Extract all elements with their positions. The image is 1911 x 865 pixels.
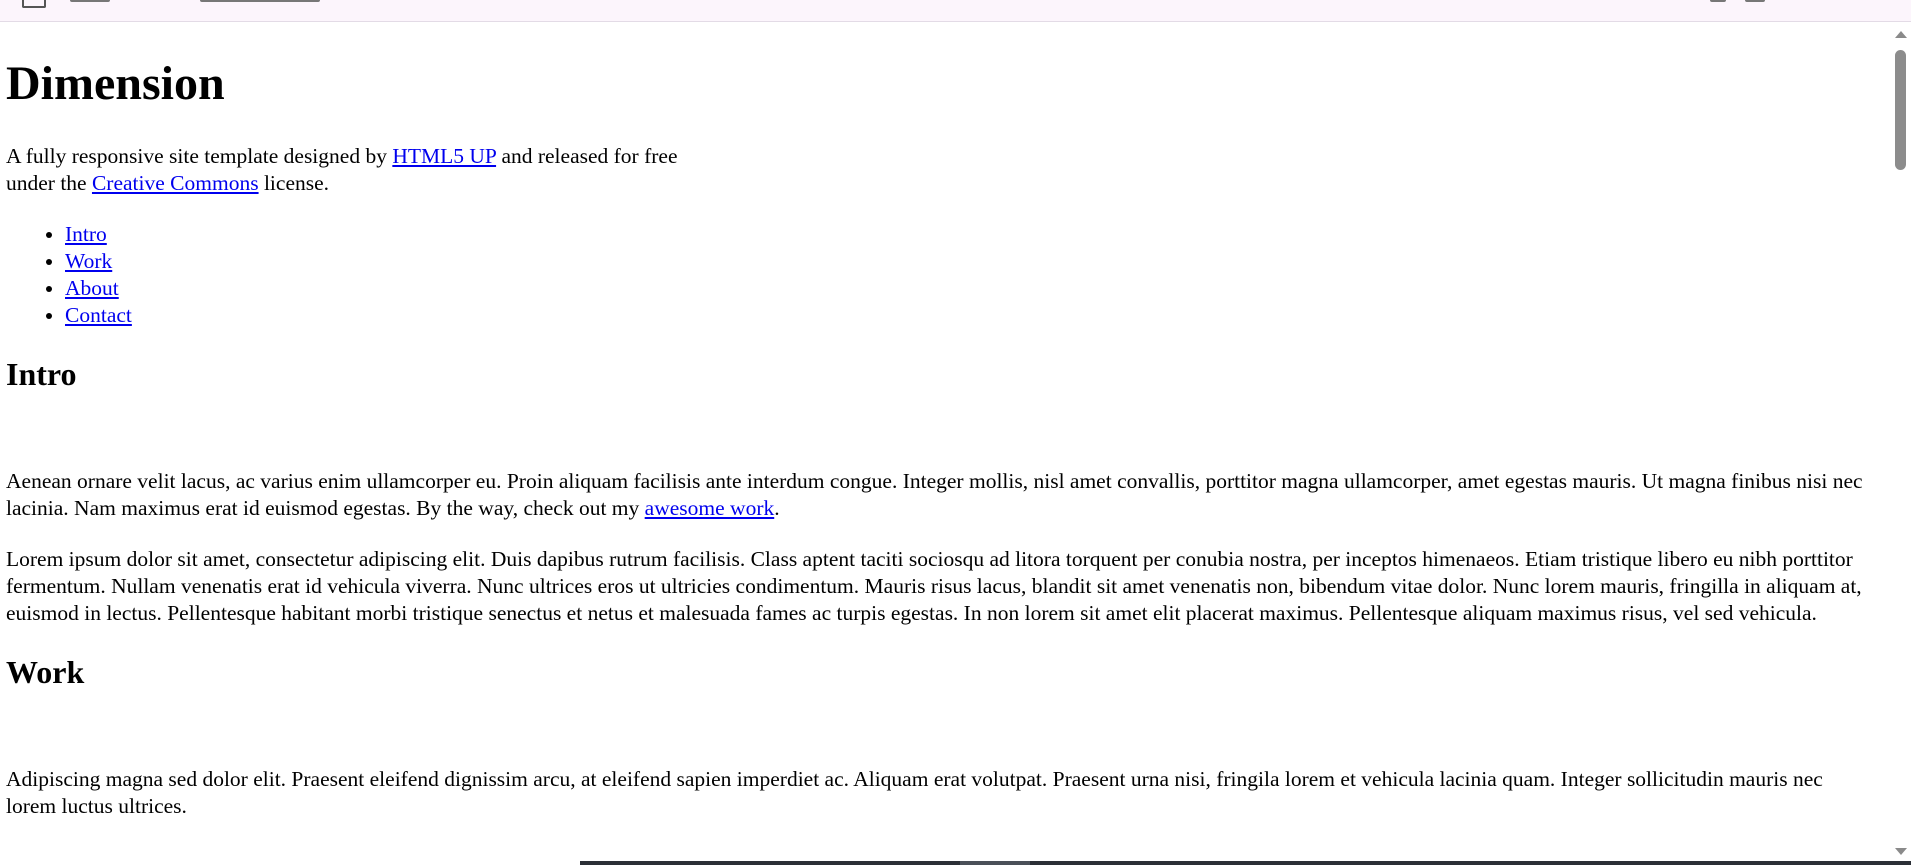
work-paragraph-1: Adipiscing magna sed dolor elit. Praesen… [6, 767, 1823, 818]
intro-paragraph-1-text: Aenean ornare velit lacus, ac varius eni… [6, 469, 1863, 520]
intro-paragraph-1-end: . [774, 496, 780, 520]
nav-link-about[interactable]: About [65, 276, 119, 300]
html5up-link[interactable]: HTML5 UP [392, 144, 496, 168]
creative-commons-link[interactable]: Creative Commons [92, 171, 259, 195]
intro-heading: Intro [6, 356, 77, 392]
nav-link-intro[interactable]: Intro [65, 222, 107, 246]
tagline-text: A fully responsive site template designe… [6, 144, 393, 168]
nav-link-contact[interactable]: Contact [65, 303, 132, 327]
nav-item-about: About [65, 275, 1885, 302]
work-heading: Work [6, 654, 85, 690]
nav-link-work[interactable]: Work [65, 249, 112, 273]
taskbar-edge [960, 861, 1030, 865]
intro-paragraph-2: Lorem ipsum dolor sit amet, consectetur … [6, 547, 1862, 625]
awesome-work-link[interactable]: awesome work [645, 496, 775, 520]
bottom-strip [0, 861, 1911, 865]
tagline: A fully responsive site template designe… [6, 143, 706, 197]
browser-top-strip [0, 0, 1911, 22]
taskbar-edge [580, 861, 1911, 865]
toolbar-edge [1710, 0, 1726, 2]
toolbar-edge [70, 0, 110, 2]
toolbar-edge [200, 0, 320, 2]
arrow-down-icon[interactable] [1895, 848, 1907, 855]
vertical-scrollbar[interactable] [1889, 22, 1911, 861]
scrollbar-thumb[interactable] [1895, 50, 1906, 170]
page-title: Dimension [6, 57, 225, 110]
page-content: Dimension A fully responsive site templa… [0, 22, 1885, 861]
intro-paragraph-1: Aenean ornare velit lacus, ac varius eni… [6, 468, 1876, 522]
nav-item-intro: Intro [65, 221, 1885, 248]
arrow-up-icon[interactable] [1895, 31, 1907, 38]
tagline-text: license. [258, 171, 330, 195]
toolbar-edge [1745, 0, 1765, 2]
main-nav: Intro Work About Contact [0, 221, 1885, 329]
apps-icon[interactable] [22, 0, 46, 8]
nav-item-contact: Contact [65, 302, 1885, 329]
nav-item-work: Work [65, 248, 1885, 275]
